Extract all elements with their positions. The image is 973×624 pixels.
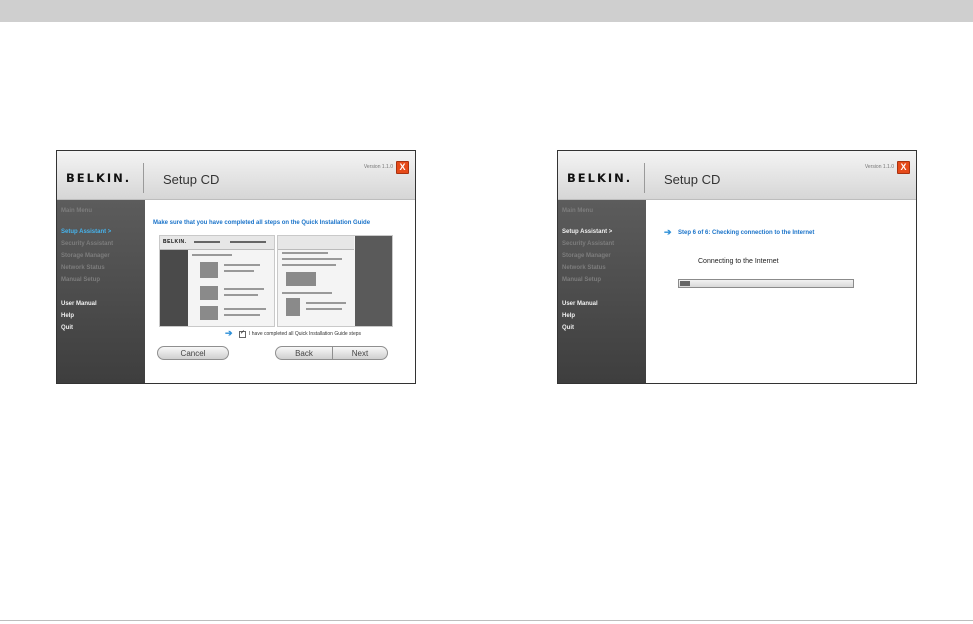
guide-text-line <box>282 258 342 260</box>
sidebar-item-manual-setup[interactable]: Manual Setup <box>61 277 100 283</box>
guide-text-line <box>224 270 254 272</box>
close-icon[interactable]: X <box>897 161 910 174</box>
guide-text-line <box>224 308 266 310</box>
quick-guide-image-1: BELKIN. <box>159 235 275 327</box>
guide-title-line <box>230 241 266 243</box>
arrow-icon: ➔ <box>664 227 672 237</box>
setup-window-left: BELKIN. Setup CD Version 1.1.0 X Main Me… <box>56 150 416 384</box>
sidebar-item-help[interactable]: Help <box>61 313 74 319</box>
guide-illustration <box>286 272 316 286</box>
guide-sidebar <box>355 236 392 326</box>
check-icon: ✓ <box>240 330 246 336</box>
guide-text-line <box>224 314 260 316</box>
cancel-button[interactable]: Cancel <box>157 346 229 360</box>
window-title: Setup CD <box>664 172 721 187</box>
sidebar-item-security-assistant[interactable]: Security Assistant <box>562 241 614 247</box>
sidebar: Main Menu Setup Assistant > Security Ass… <box>558 200 646 383</box>
connecting-text: Connecting to the Internet <box>698 258 779 265</box>
sidebar-item-help[interactable]: Help <box>562 313 575 319</box>
sidebar-item-storage-manager[interactable]: Storage Manager <box>562 253 611 259</box>
checkbox-label: I have completed all Quick Installation … <box>249 331 362 337</box>
sidebar-item-security-assistant[interactable]: Security Assistant <box>61 241 113 247</box>
window-header: BELKIN. Setup CD Version 1.1.0 X <box>558 151 916 200</box>
sidebar-item-main-menu[interactable]: Main Menu <box>61 208 92 214</box>
guide-illustration <box>286 298 300 316</box>
guide-text-line <box>282 292 332 294</box>
sidebar-item-main-menu[interactable]: Main Menu <box>562 208 593 214</box>
instruction-text: Make sure that you have completed all st… <box>153 220 371 226</box>
step-status-text: Step 6 of 6: Checking connection to the … <box>678 230 815 236</box>
next-button[interactable]: Next <box>332 346 388 360</box>
guide-text-line <box>282 252 328 254</box>
close-icon[interactable]: X <box>396 161 409 174</box>
main-content: Make sure that you have completed all st… <box>145 200 415 383</box>
sidebar-item-user-manual[interactable]: User Manual <box>562 301 598 307</box>
sidebar-item-quit[interactable]: Quit <box>61 325 73 331</box>
connection-progress-bar <box>678 279 854 288</box>
progress-fill <box>680 281 690 286</box>
sidebar-item-user-manual[interactable]: User Manual <box>61 301 97 307</box>
guide-text-line <box>224 264 260 266</box>
guide-text-line <box>306 302 346 304</box>
sidebar-item-network-status[interactable]: Network Status <box>61 265 105 271</box>
guide-illustration <box>200 262 218 278</box>
header-divider <box>644 163 645 193</box>
belkin-logo: BELKIN. <box>66 171 132 185</box>
sidebar-item-quit[interactable]: Quit <box>562 325 574 331</box>
guide-text-line <box>282 264 336 266</box>
guide-title-line <box>194 241 220 243</box>
guide-text-line <box>192 254 232 256</box>
quick-guide-image-2 <box>277 235 393 327</box>
top-bar <box>0 0 973 22</box>
version-label: Version 1.1.0 <box>864 164 894 170</box>
guide-illustration <box>200 286 218 300</box>
back-button[interactable]: Back <box>275 346 333 360</box>
guide-text-line <box>306 308 342 310</box>
sidebar-item-network-status[interactable]: Network Status <box>562 265 606 271</box>
guide-header: BELKIN. <box>160 236 274 250</box>
guide-text-line <box>224 288 264 290</box>
version-label: Version 1.1.0 <box>363 164 393 170</box>
belkin-logo: BELKIN. <box>567 171 633 185</box>
sidebar-item-manual-setup[interactable]: Manual Setup <box>562 277 601 283</box>
guide-header <box>278 236 354 250</box>
window-header: BELKIN. Setup CD Version 1.1.0 X <box>57 151 415 200</box>
guide-completed-checkbox[interactable]: ✓ <box>239 330 246 338</box>
sidebar-item-setup-assistant[interactable]: Setup Assistant > <box>61 229 111 235</box>
window-title: Setup CD <box>163 172 220 187</box>
main-content: ➔ Step 6 of 6: Checking connection to th… <box>646 200 916 383</box>
arrow-icon: ➔ <box>225 328 233 338</box>
guide-text-line <box>224 294 258 296</box>
header-divider <box>143 163 144 193</box>
setup-window-right: BELKIN. Setup CD Version 1.1.0 X Main Me… <box>557 150 917 384</box>
sidebar: Main Menu Setup Assistant > Security Ass… <box>57 200 145 383</box>
guide-illustration <box>200 306 218 320</box>
sidebar-item-storage-manager[interactable]: Storage Manager <box>61 253 110 259</box>
guide-logo: BELKIN. <box>163 239 187 245</box>
guide-sidebar <box>160 250 188 326</box>
bottom-rule <box>0 620 973 621</box>
sidebar-item-setup-assistant[interactable]: Setup Assistant > <box>562 229 612 235</box>
